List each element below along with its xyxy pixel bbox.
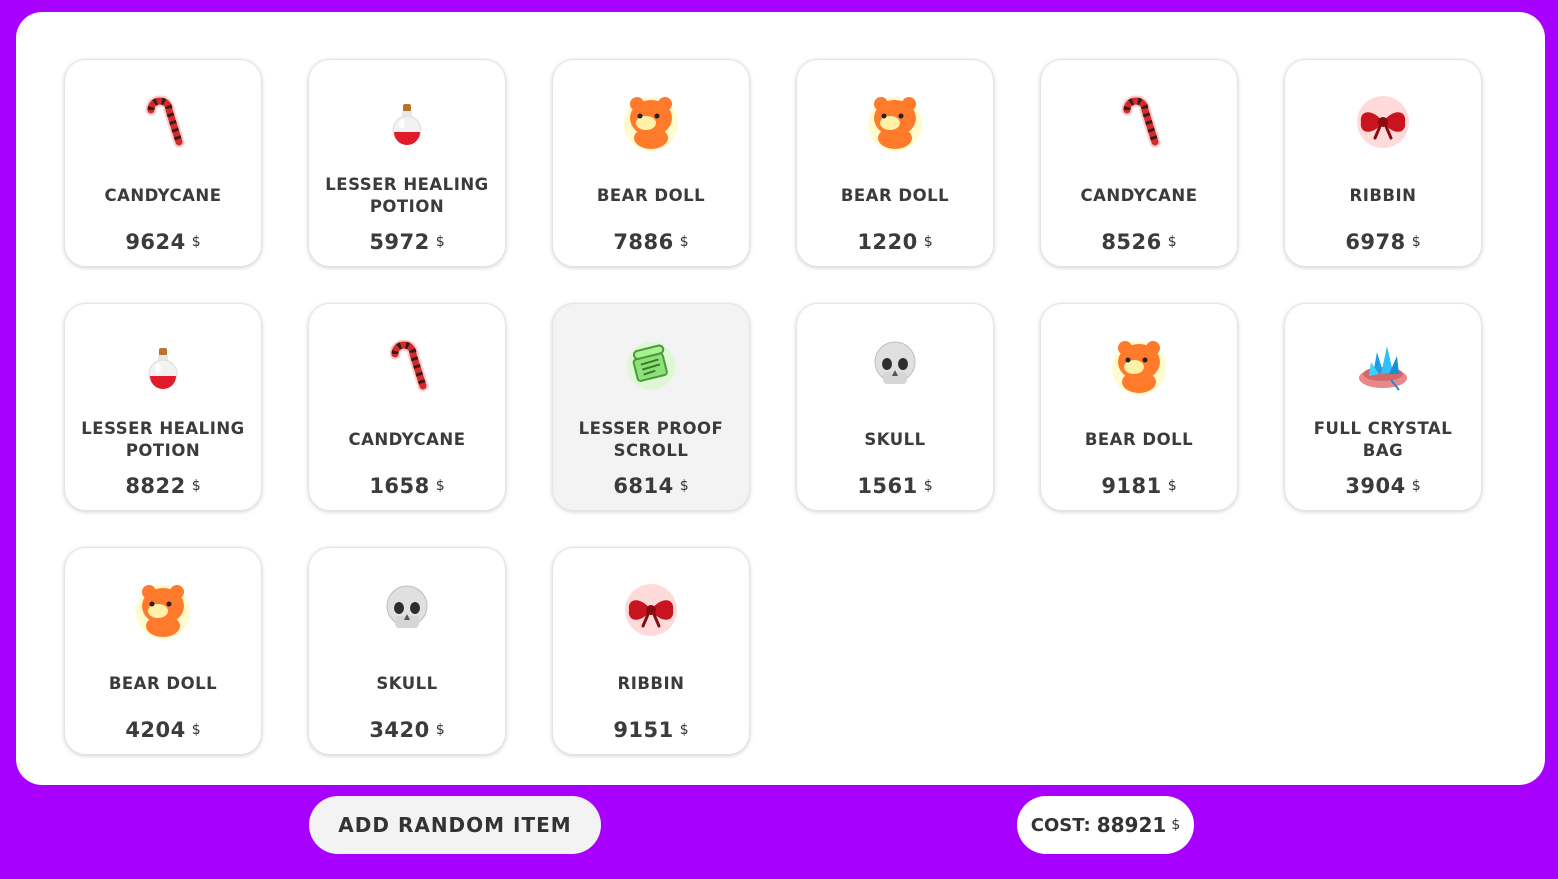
cost-value: 88921 bbox=[1096, 813, 1167, 837]
item-card[interactable]: SKULL 1561 $ bbox=[796, 303, 994, 511]
candycane-icon bbox=[131, 90, 195, 154]
cost-label: COST: bbox=[1030, 814, 1091, 836]
item-card[interactable]: CANDYCANE 9624 $ bbox=[64, 59, 262, 267]
item-card[interactable]: LESSER HEALING POTION 5972 $ bbox=[308, 59, 506, 267]
item-card[interactable]: LESSER HEALING POTION 8822 $ bbox=[64, 303, 262, 511]
total-cost-display: COST: 88921 $ bbox=[1017, 796, 1194, 854]
currency-symbol: $ bbox=[679, 234, 689, 250]
item-name: LESSER HEALING POTION bbox=[81, 419, 245, 460]
item-price-value: 8822 bbox=[125, 474, 186, 498]
item-price: 9624 $ bbox=[65, 230, 261, 254]
item-card[interactable]: SKULL 3420 $ bbox=[308, 547, 506, 755]
item-card[interactable]: CANDYCANE 1658 $ bbox=[308, 303, 506, 511]
item-name: FULL CRYSTAL BAG bbox=[1313, 419, 1453, 460]
item-price: 8822 $ bbox=[65, 474, 261, 498]
currency-symbol: $ bbox=[1167, 478, 1177, 494]
item-price-value: 9181 bbox=[1101, 474, 1162, 498]
item-price: 9181 $ bbox=[1041, 474, 1237, 498]
item-price: 9151 $ bbox=[553, 718, 749, 742]
item-price: 7886 $ bbox=[553, 230, 749, 254]
item-name: LESSER HEALING POTION bbox=[325, 175, 489, 216]
currency-symbol: $ bbox=[191, 478, 201, 494]
inventory-panel: CANDYCANE 9624 $ LESSER HEALING POTION 59… bbox=[16, 12, 1545, 785]
bear-doll-icon bbox=[619, 90, 683, 154]
item-name: CANDYCANE bbox=[104, 186, 222, 205]
item-name: SKULL bbox=[376, 674, 438, 693]
item-card[interactable]: BEAR DOLL 1220 $ bbox=[796, 59, 994, 267]
item-price: 5972 $ bbox=[309, 230, 505, 254]
potion-icon bbox=[131, 334, 195, 398]
currency-symbol: $ bbox=[679, 478, 689, 494]
item-price-value: 9151 bbox=[613, 718, 674, 742]
item-price-value: 9624 bbox=[125, 230, 186, 254]
item-card[interactable]: RIBBIN 6978 $ bbox=[1284, 59, 1482, 267]
currency-symbol: $ bbox=[1411, 478, 1421, 494]
currency-symbol: $ bbox=[435, 478, 445, 494]
item-price-value: 1561 bbox=[857, 474, 918, 498]
item-name: CANDYCANE bbox=[1080, 186, 1198, 205]
item-card[interactable]: BEAR DOLL 9181 $ bbox=[1040, 303, 1238, 511]
currency-symbol: $ bbox=[435, 722, 445, 738]
item-price: 8526 $ bbox=[1041, 230, 1237, 254]
bear-doll-icon bbox=[1107, 334, 1171, 398]
item-grid: CANDYCANE 9624 $ LESSER HEALING POTION 59… bbox=[64, 59, 1482, 755]
currency-symbol: $ bbox=[191, 722, 201, 738]
item-price-value: 6978 bbox=[1345, 230, 1406, 254]
currency-symbol: $ bbox=[1411, 234, 1421, 250]
item-name: RIBBIN bbox=[617, 674, 685, 693]
item-price: 3420 $ bbox=[309, 718, 505, 742]
item-price: 6978 $ bbox=[1285, 230, 1481, 254]
currency-symbol: $ bbox=[435, 234, 445, 250]
item-price-value: 3904 bbox=[1345, 474, 1406, 498]
item-price: 1658 $ bbox=[309, 474, 505, 498]
add-random-item-button[interactable]: ADD RANDOM ITEM bbox=[309, 796, 601, 854]
bear-doll-icon bbox=[863, 90, 927, 154]
item-price: 1561 $ bbox=[797, 474, 993, 498]
item-name: BEAR DOLL bbox=[108, 674, 218, 693]
item-card[interactable]: CANDYCANE 8526 $ bbox=[1040, 59, 1238, 267]
item-card[interactable]: RIBBIN 9151 $ bbox=[552, 547, 750, 755]
bear-doll-icon bbox=[131, 578, 195, 642]
item-price-value: 6814 bbox=[613, 474, 674, 498]
crystal-bag-icon bbox=[1351, 334, 1415, 398]
item-price-value: 1658 bbox=[369, 474, 430, 498]
currency-symbol: $ bbox=[923, 234, 933, 250]
candycane-icon bbox=[1107, 90, 1171, 154]
potion-icon bbox=[375, 90, 439, 154]
ribbon-icon bbox=[619, 578, 683, 642]
item-card-selected[interactable]: LESSER PROOF SCROLL 6814 $ bbox=[552, 303, 750, 511]
currency-symbol: $ bbox=[191, 234, 201, 250]
currency-symbol: $ bbox=[923, 478, 933, 494]
scroll-icon bbox=[619, 334, 683, 398]
item-card[interactable]: BEAR DOLL 7886 $ bbox=[552, 59, 750, 267]
item-price: 3904 $ bbox=[1285, 474, 1481, 498]
currency-symbol: $ bbox=[1167, 234, 1177, 250]
item-card[interactable]: FULL CRYSTAL BAG 3904 $ bbox=[1284, 303, 1482, 511]
item-price: 1220 $ bbox=[797, 230, 993, 254]
item-price-value: 1220 bbox=[857, 230, 918, 254]
currency-symbol: $ bbox=[1171, 817, 1181, 833]
item-price-value: 4204 bbox=[125, 718, 186, 742]
item-name: SKULL bbox=[864, 430, 926, 449]
item-name: BEAR DOLL bbox=[840, 186, 950, 205]
skull-icon bbox=[375, 578, 439, 642]
item-price-value: 5972 bbox=[369, 230, 430, 254]
item-name: LESSER PROOF SCROLL bbox=[578, 419, 724, 460]
item-card[interactable]: BEAR DOLL 4204 $ bbox=[64, 547, 262, 755]
item-price-value: 7886 bbox=[613, 230, 674, 254]
item-price: 6814 $ bbox=[553, 474, 749, 498]
item-price-value: 3420 bbox=[369, 718, 430, 742]
item-name: BEAR DOLL bbox=[1084, 430, 1194, 449]
item-name: CANDYCANE bbox=[348, 430, 466, 449]
currency-symbol: $ bbox=[679, 722, 689, 738]
candycane-icon bbox=[375, 334, 439, 398]
item-price: 4204 $ bbox=[65, 718, 261, 742]
ribbon-icon bbox=[1351, 90, 1415, 154]
item-name: BEAR DOLL bbox=[596, 186, 706, 205]
skull-icon bbox=[863, 334, 927, 398]
item-price-value: 8526 bbox=[1101, 230, 1162, 254]
item-name: RIBBIN bbox=[1349, 186, 1417, 205]
